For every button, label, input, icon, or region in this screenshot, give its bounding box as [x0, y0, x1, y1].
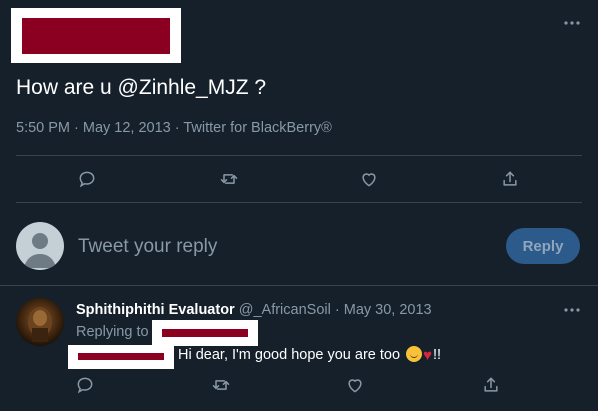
separator: · — [334, 302, 340, 318]
redaction-bar — [162, 329, 248, 337]
divider — [16, 202, 582, 203]
retweet-icon[interactable] — [208, 372, 234, 398]
reply-header: Sphithiphithi Evaluator @_AfricanSoil · … — [76, 302, 432, 318]
share-icon[interactable] — [497, 166, 523, 192]
reply-text: Hi dear, I'm good hope you are too — [178, 347, 401, 363]
replying-to-label: Replying to — [76, 324, 149, 340]
more-icon[interactable] — [561, 14, 583, 32]
redacted-author-box — [11, 8, 181, 63]
redacted-mention-box — [152, 320, 258, 346]
like-icon[interactable] — [342, 372, 368, 398]
tweet-date[interactable]: May 30, 2013 — [344, 302, 432, 318]
tweet-meta: 5:50 PM · May 12, 2013 · Twitter for Bla… — [16, 120, 332, 136]
retweet-icon[interactable] — [216, 166, 242, 192]
author-handle[interactable]: @_AfricanSoil — [239, 302, 331, 318]
default-avatar-icon — [16, 222, 64, 270]
redaction-bar — [22, 18, 170, 54]
reply-icon[interactable] — [74, 166, 100, 192]
redacted-mention-box — [68, 345, 174, 369]
reply-body: Hi dear, I'm good hope you are too ♥!! — [178, 346, 441, 364]
reply-input[interactable] — [78, 234, 478, 260]
avatar[interactable] — [16, 298, 64, 346]
author-name[interactable]: Sphithiphithi Evaluator — [76, 302, 235, 318]
more-icon[interactable] — [561, 301, 583, 319]
divider — [0, 285, 598, 286]
tweet-text: How are u @Zinhle_MJZ ? — [16, 76, 267, 99]
reply-button[interactable]: Reply — [506, 228, 580, 264]
reply-suffix: !! — [432, 347, 442, 363]
like-icon[interactable] — [356, 166, 382, 192]
heart-emoji-icon: ♥ — [423, 347, 432, 364]
smiling-emoji-icon — [406, 346, 423, 362]
redaction-bar — [78, 353, 164, 360]
share-icon[interactable] — [478, 372, 504, 398]
reply-icon[interactable] — [72, 372, 98, 398]
divider — [16, 155, 582, 156]
